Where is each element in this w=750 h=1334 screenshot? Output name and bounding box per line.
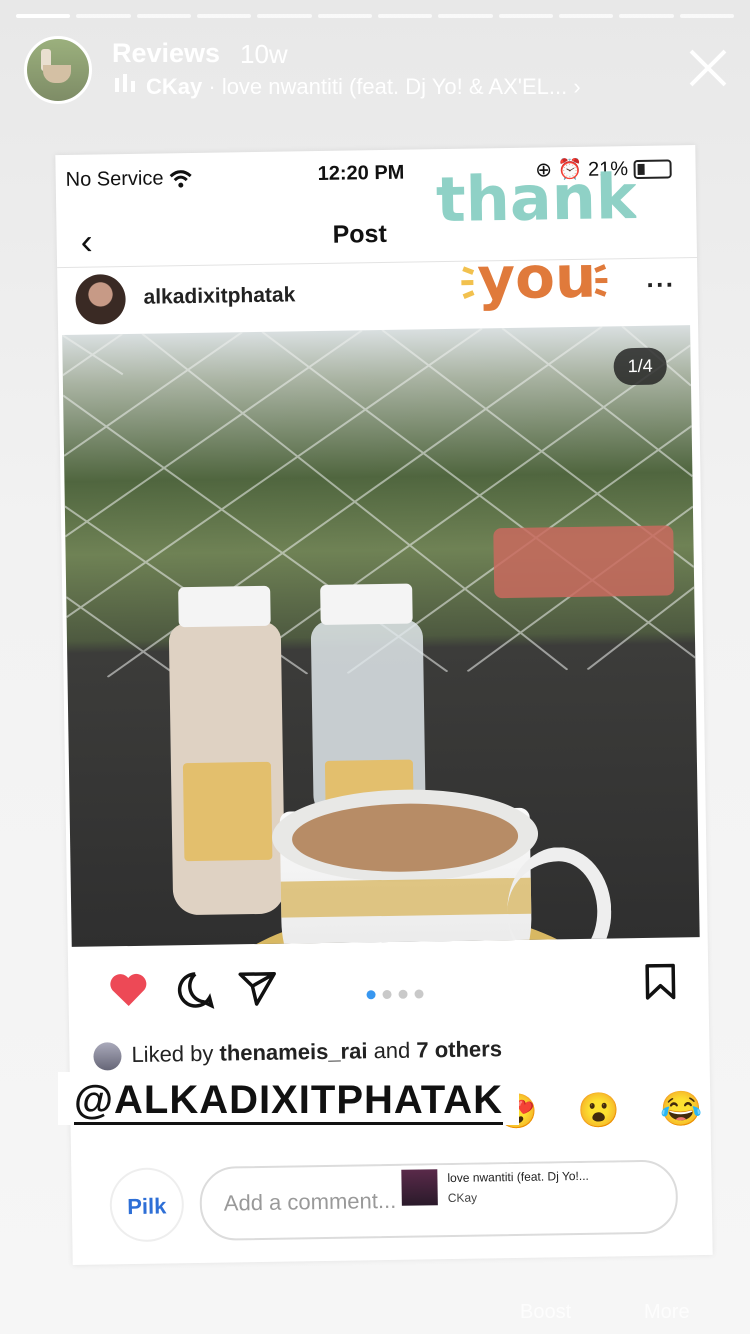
story-avatar[interactable] [24,36,92,104]
carrier: No Service [66,167,194,192]
pilk-bottle [168,585,286,916]
more-options-icon[interactable]: ··· [646,269,675,300]
comment-icon[interactable] [176,971,215,1010]
bookmark-icon[interactable] [644,963,677,1000]
music-sticker-title: love nwantiti (feat. Dj Yo!... [447,1168,589,1186]
quick-reactions: 😍 😮 😂 [495,1089,703,1132]
post-title: Post [332,219,388,249]
story-progress [16,14,734,18]
back-chevron-icon[interactable]: ‹ [80,221,93,263]
story-header: Reviews 10w CKay · love nwantiti (feat. … [24,36,730,104]
close-icon[interactable] [686,46,730,90]
music-track: love nwantiti (feat. Dj Yo! & AX'EL... [221,74,568,99]
likes-others[interactable]: 7 others [416,1036,502,1062]
clock: 12:20 PM [317,161,405,185]
liker-avatar [93,1042,122,1071]
album-art [401,1169,438,1206]
story-title[interactable]: Reviews [112,38,220,69]
mention-sticker[interactable]: @ALKADIXITPHATAK [58,1072,520,1125]
pilk-logo-avatar: Pilk [111,1169,183,1241]
music-sticker-artist: CKay [447,1190,478,1206]
liker-username[interactable]: thenameis_rai [219,1038,367,1065]
reaction-surprised[interactable]: 😮 [577,1090,620,1131]
battery-icon [633,159,672,180]
wifi-icon [170,169,193,188]
post-photo: 1/4 [62,325,700,947]
carousel-dots [366,985,430,1004]
author-avatar[interactable] [75,274,126,325]
more-button[interactable]: More [644,1301,690,1324]
music-attribution[interactable]: CKay · love nwantiti (feat. Dj Yo! & AX'… [114,72,581,100]
heart-icon[interactable] [108,972,149,1009]
music-sticker[interactable]: love nwantiti (feat. Dj Yo!... CKay [401,1162,622,1216]
boost-button[interactable]: Boost [520,1301,571,1324]
post-author-row: alkadixitphatak ··· [57,263,698,335]
image-counter: 1/4 [613,347,668,386]
author-username[interactable]: alkadixitphatak [143,283,295,309]
svg-text:thank: thank [435,160,637,236]
share-icon[interactable] [238,970,277,1007]
music-bars-icon [115,74,135,92]
comment-row: Pilk Add a comment... love nwantiti (fea… [91,1153,692,1242]
music-artist: CKay [146,74,203,99]
roof-background [493,525,675,599]
story-timestamp: 10w [240,39,288,69]
tea-cup [271,787,613,947]
reaction-laughing[interactable]: 😂 [660,1089,703,1130]
likes-summary[interactable]: Liked by thenameis_rai and 7 others [93,1036,502,1071]
post-actions [68,957,709,1027]
